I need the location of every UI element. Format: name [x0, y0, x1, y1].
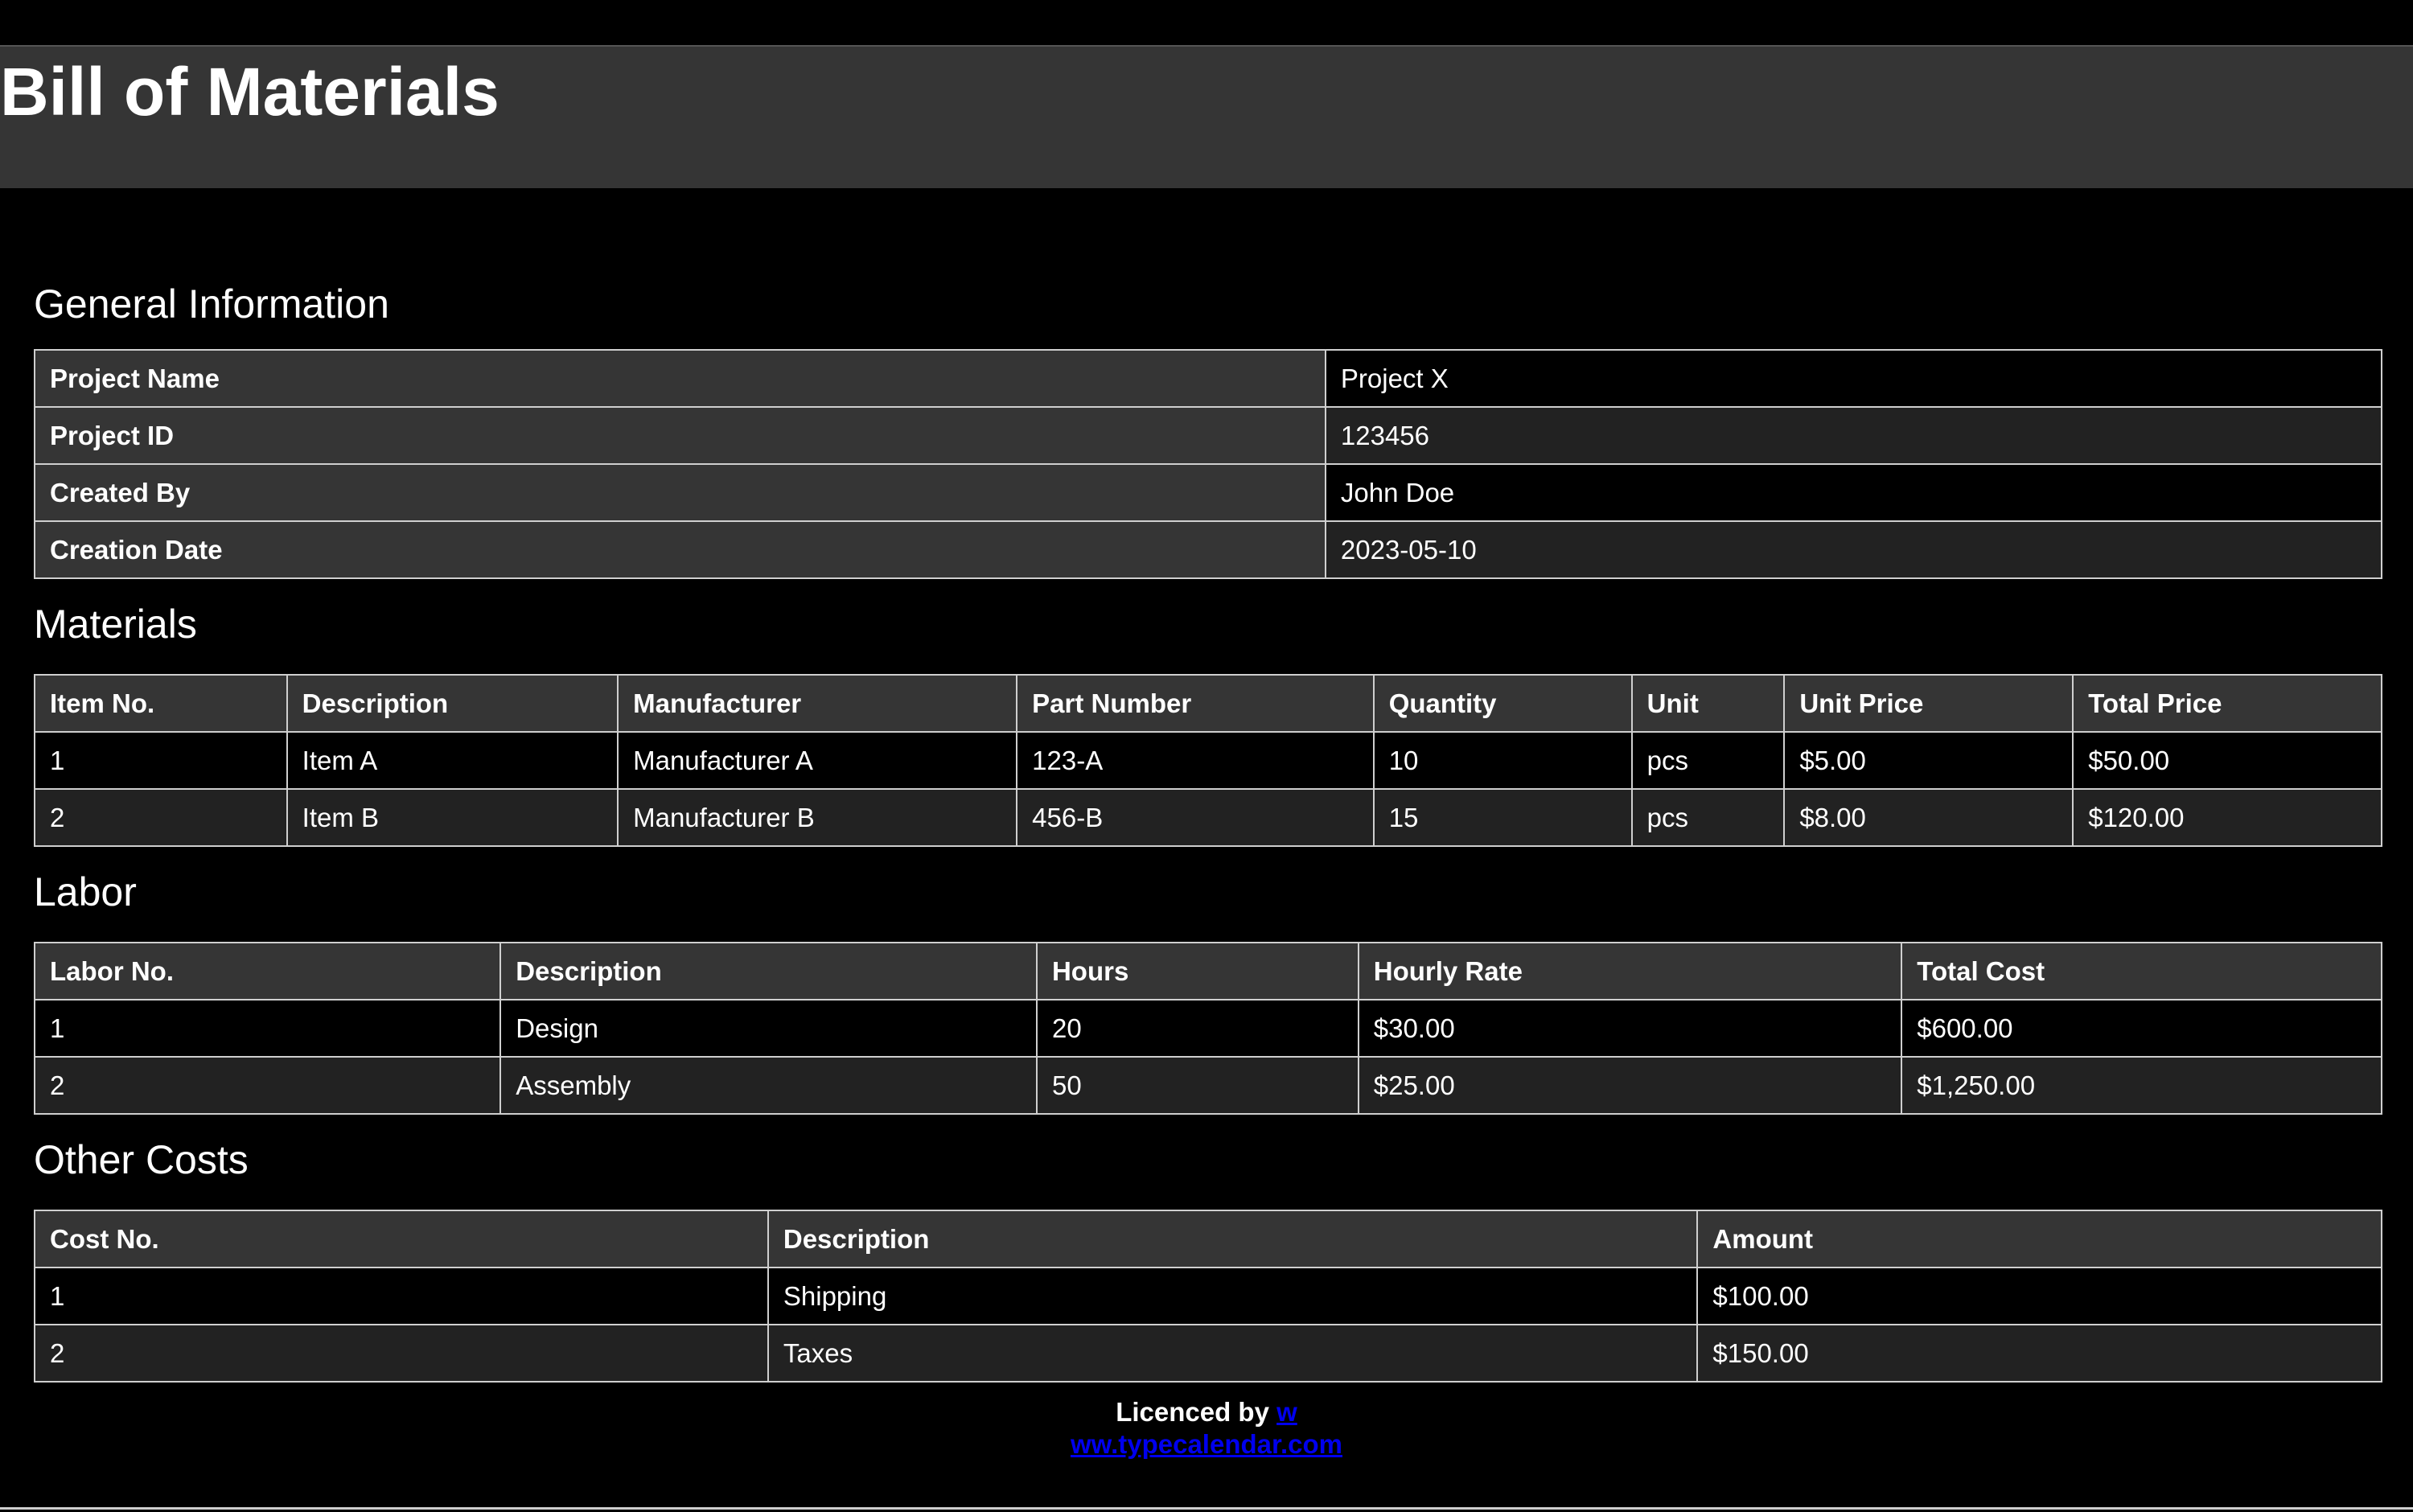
license-line: Licenced by w: [0, 1396, 2413, 1428]
project-id-value: 123456: [1324, 406, 2383, 465]
column-header: Labor No.: [33, 942, 502, 1000]
table-cell: $120.00: [2072, 788, 2382, 847]
table-row: 2 Taxes $150.00: [34, 1324, 2382, 1383]
table-cell: $150.00: [1696, 1324, 2382, 1383]
table-cell: Manufacturer B: [617, 788, 1018, 847]
materials-heading: Materials: [34, 602, 197, 647]
table-row: 1 Design 20 $30.00 $600.00: [33, 999, 2382, 1058]
general-information-heading: General Information: [34, 281, 389, 327]
general-information-section: General Information Project Name Project…: [34, 275, 2383, 579]
other-costs-table: Cost No. Description Amount 1 Shipping $…: [34, 1210, 2382, 1383]
table-cell: 1: [34, 1267, 769, 1325]
column-header: Description: [286, 674, 619, 733]
project-name-value: Project X: [1324, 349, 2383, 408]
table-cell: $50.00: [2072, 731, 2382, 790]
document-content: General Information Project Name Project…: [33, 275, 2383, 1394]
table-cell: Item A: [286, 731, 619, 790]
column-header: Total Cost: [1901, 942, 2382, 1000]
table-cell: 456-B: [1016, 788, 1375, 847]
page: Bill of Materials General Information Pr…: [0, 0, 2413, 1512]
column-header: Manufacturer: [617, 674, 1018, 733]
table-row: Project Name Project X: [34, 349, 2383, 408]
column-header: Total Price: [2072, 674, 2382, 733]
general-information-table: Project Name Project X Project ID 123456…: [34, 349, 2383, 579]
table-row: Project ID 123456: [34, 406, 2383, 465]
table-cell: $1,250.00: [1901, 1056, 2382, 1115]
table-row: Created By John Doe: [34, 463, 2383, 522]
column-header: Cost No.: [34, 1210, 769, 1268]
column-header: Item No.: [34, 674, 288, 733]
table-cell: $5.00: [1783, 731, 2074, 790]
column-header: Amount: [1696, 1210, 2382, 1268]
creation-date-value: 2023-05-10: [1324, 520, 2383, 579]
table-cell: $30.00: [1357, 999, 1903, 1058]
table-row: 2 Assembly 50 $25.00 $1,250.00: [33, 1056, 2382, 1115]
table-cell: $100.00: [1696, 1267, 2382, 1325]
column-header: Unit Price: [1783, 674, 2074, 733]
license-link-start[interactable]: w: [1276, 1397, 1297, 1427]
table-cell: 1: [33, 999, 502, 1058]
column-header: Hourly Rate: [1357, 942, 1903, 1000]
table-cell: pcs: [1630, 788, 1786, 847]
table-row: 2 Item B Manufacturer B 456-B 15 pcs $8.…: [34, 788, 2382, 847]
table-row: 1 Item A Manufacturer A 123-A 10 pcs $5.…: [34, 731, 2382, 790]
page-title: Bill of Materials: [0, 54, 499, 129]
table-header-row: Item No. Description Manufacturer Part N…: [34, 674, 2382, 733]
table-cell: $8.00: [1783, 788, 2074, 847]
bottom-divider: [0, 1507, 2413, 1510]
column-header: Description: [499, 942, 1038, 1000]
labor-heading: Labor: [34, 869, 137, 914]
other-costs-heading: Other Costs: [34, 1137, 249, 1182]
table-cell: 123-A: [1016, 731, 1375, 790]
table-cell: Item B: [286, 788, 619, 847]
table-cell: Manufacturer A: [617, 731, 1018, 790]
table-cell: 10: [1372, 731, 1633, 790]
column-header: Part Number: [1016, 674, 1375, 733]
table-cell: 2: [34, 1324, 769, 1383]
table-header-row: Cost No. Description Amount: [34, 1210, 2382, 1268]
labor-table: Labor No. Description Hours Hourly Rate …: [33, 942, 2382, 1115]
other-costs-section: Other Costs Cost No. Description Amount …: [34, 1126, 2382, 1383]
project-name-label: Project Name: [34, 349, 1326, 408]
materials-table: Item No. Description Manufacturer Part N…: [34, 674, 2382, 847]
column-header: Quantity: [1372, 674, 1633, 733]
table-cell: Taxes: [767, 1324, 1699, 1383]
project-id-label: Project ID: [34, 406, 1326, 465]
table-cell: 50: [1035, 1056, 1359, 1115]
table-cell: $25.00: [1357, 1056, 1903, 1115]
license-link-line: ww.typecalendar.com: [0, 1428, 2413, 1461]
table-cell: 1: [34, 731, 288, 790]
license-link[interactable]: ww.typecalendar.com: [1071, 1429, 1342, 1459]
created-by-value: John Doe: [1324, 463, 2383, 522]
table-cell: 20: [1035, 999, 1359, 1058]
table-cell: $600.00: [1901, 999, 2382, 1058]
column-header: Hours: [1035, 942, 1359, 1000]
table-cell: 15: [1372, 788, 1633, 847]
created-by-label: Created By: [34, 463, 1326, 522]
table-cell: 2: [33, 1056, 502, 1115]
table-cell: pcs: [1630, 731, 1786, 790]
table-cell: Design: [499, 999, 1038, 1058]
license-footer: Licenced by w ww.typecalendar.com: [0, 1396, 2413, 1461]
table-cell: Shipping: [767, 1267, 1699, 1325]
materials-section: Materials Item No. Description Manufactu…: [34, 590, 2382, 847]
table-row: Creation Date 2023-05-10: [34, 520, 2383, 579]
column-header: Description: [767, 1210, 1699, 1268]
labor-section: Labor Labor No. Description Hours Hourly…: [33, 858, 2382, 1115]
table-row: 1 Shipping $100.00: [34, 1267, 2382, 1325]
column-header: Unit: [1630, 674, 1786, 733]
table-header-row: Labor No. Description Hours Hourly Rate …: [33, 942, 2382, 1000]
table-cell: Assembly: [499, 1056, 1038, 1115]
license-prefix: Licenced by: [1116, 1397, 1277, 1427]
table-cell: 2: [34, 788, 288, 847]
creation-date-label: Creation Date: [34, 520, 1326, 579]
page-header: Bill of Materials: [0, 45, 2413, 188]
